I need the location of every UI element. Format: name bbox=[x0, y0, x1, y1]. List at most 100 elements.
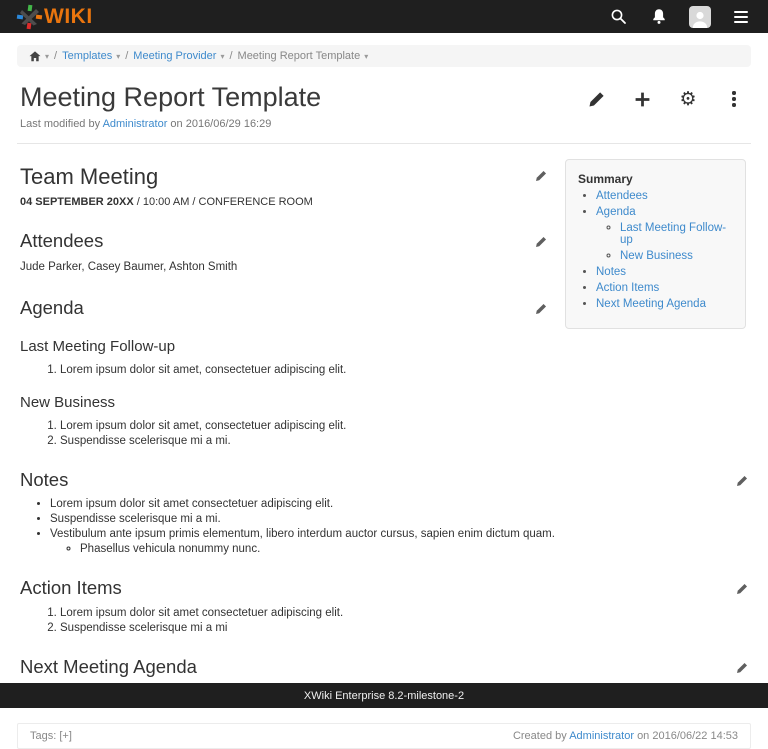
list-item: Lorem ipsum dolor sit amet consectetuer … bbox=[60, 607, 748, 619]
list-item: Notes bbox=[596, 266, 737, 278]
list-item: Agenda Last Meeting Follow-up New Busine… bbox=[596, 206, 737, 262]
list-item: Vestibulum ante ipsum primis elementum, … bbox=[50, 528, 748, 555]
list-item: Suspendisse scelerisque mi a mi bbox=[60, 622, 748, 634]
chevron-down-icon[interactable]: ▾ bbox=[364, 52, 368, 61]
last-modified-line: Last modified by Administrator on 2016/0… bbox=[20, 118, 748, 130]
created-suffix: on 2016/06/22 14:53 bbox=[637, 730, 738, 742]
breadcrumb-item-current: Meeting Report Template bbox=[238, 50, 361, 62]
settings-gear-icon: ⚙ bbox=[679, 90, 696, 109]
breadcrumb: ▾ / Templates ▾ / Meeting Provider ▾ / M… bbox=[17, 45, 751, 67]
section-heading-last-meeting-follow-up: Last Meeting Follow-up bbox=[20, 338, 547, 356]
toc-link-next-meeting-agenda[interactable]: Next Meeting Agenda bbox=[596, 298, 706, 310]
user-profile-button[interactable] bbox=[687, 4, 713, 30]
edit-pencil-icon bbox=[736, 475, 748, 487]
document-footer: Tags: [+] Created by Administrator on 20… bbox=[17, 723, 751, 749]
xwiki-logo-text: WIKI bbox=[44, 6, 93, 27]
chevron-down-icon[interactable]: ▾ bbox=[220, 52, 224, 61]
page-title: Meeting Report Template bbox=[20, 83, 321, 113]
document-actions: ⚙ bbox=[586, 83, 748, 109]
list-item: Lorem ipsum dolor sit amet consectetuer … bbox=[50, 498, 748, 510]
edit-pencil-icon bbox=[736, 583, 748, 595]
section-edit-button[interactable] bbox=[535, 230, 547, 248]
section-heading-next-meeting-agenda: Next Meeting Agenda bbox=[20, 656, 197, 678]
section-edit-button[interactable] bbox=[535, 164, 547, 182]
section-heading-new-business: New Business bbox=[20, 394, 547, 412]
edit-pencil-icon bbox=[736, 662, 748, 674]
meeting-date-line: 04 SEPTEMBER 20XX / 10:00 AM / CONFERENC… bbox=[20, 196, 547, 208]
home-icon bbox=[29, 51, 41, 62]
search-button[interactable] bbox=[605, 4, 631, 30]
meeting-date: 04 SEPTEMBER 20XX bbox=[20, 196, 134, 208]
edit-pencil-icon bbox=[535, 170, 547, 182]
toc-link-attendees[interactable]: Attendees bbox=[596, 190, 648, 202]
created-line: Created by Administrator on 2016/06/22 1… bbox=[513, 730, 738, 742]
xwiki-logo-x-icon bbox=[16, 4, 43, 30]
user-avatar bbox=[689, 6, 711, 28]
meeting-time-location: / 10:00 AM / CONFERENCE ROOM bbox=[134, 196, 313, 208]
list-item: New Business bbox=[620, 250, 737, 262]
toc-link-last-meeting-follow-up[interactable]: Last Meeting Follow-up bbox=[620, 222, 726, 246]
section-edit-button[interactable] bbox=[736, 577, 748, 595]
attendees-names: Jude Parker, Casey Baumer, Ashton Smith bbox=[20, 259, 547, 275]
breadcrumb-separator: / bbox=[125, 50, 128, 62]
section-edit-button[interactable] bbox=[736, 469, 748, 487]
section-heading-team-meeting: Team Meeting bbox=[20, 164, 158, 190]
tags-area: Tags: [+] bbox=[30, 730, 72, 742]
list-item: Phasellus vehicula nonummy nunc. bbox=[80, 543, 748, 555]
page-header: Meeting Report Template ⚙ Last modified … bbox=[0, 67, 768, 130]
created-prefix: Created by bbox=[513, 730, 567, 742]
list-item: Attendees bbox=[596, 190, 737, 202]
notifications-bell-icon bbox=[651, 8, 667, 25]
notifications-button[interactable] bbox=[646, 4, 672, 30]
section-heading-agenda: Agenda bbox=[20, 297, 84, 319]
chevron-down-icon[interactable]: ▾ bbox=[45, 52, 49, 61]
summary-title: Summary bbox=[578, 172, 737, 186]
hamburger-menu-icon bbox=[734, 11, 748, 23]
list-item: Action Items bbox=[596, 282, 737, 294]
toc-link-action-items[interactable]: Action Items bbox=[596, 282, 659, 294]
list-item: Lorem ipsum dolor sit amet, consectetuer… bbox=[60, 420, 547, 432]
edit-button[interactable] bbox=[586, 89, 606, 109]
settings-button[interactable]: ⚙ bbox=[678, 89, 698, 109]
section-edit-button[interactable] bbox=[535, 297, 547, 315]
create-button[interactable] bbox=[632, 89, 652, 109]
section-heading-action-items: Action Items bbox=[20, 577, 122, 599]
document-content: Summary Attendees Agenda Last Meeting Fo… bbox=[0, 144, 768, 702]
edit-pencil-icon bbox=[535, 303, 547, 315]
list-item: Next Meeting Agenda bbox=[596, 298, 737, 310]
toc-link-agenda[interactable]: Agenda bbox=[596, 206, 636, 218]
section-heading-attendees: Attendees bbox=[20, 230, 103, 252]
modified-by-link[interactable]: Administrator bbox=[103, 118, 168, 130]
more-actions-button[interactable] bbox=[724, 89, 744, 109]
breadcrumb-separator: / bbox=[54, 50, 57, 62]
created-by-link[interactable]: Administrator bbox=[569, 730, 634, 742]
add-tag-button[interactable]: [+] bbox=[59, 730, 72, 742]
xwiki-version-text: XWiki Enterprise 8.2-milestone-2 bbox=[304, 690, 464, 702]
add-plus-icon bbox=[634, 91, 651, 108]
summary-toc-panel: Summary Attendees Agenda Last Meeting Fo… bbox=[565, 159, 746, 329]
edit-pencil-icon bbox=[588, 91, 605, 108]
drawer-menu-button[interactable] bbox=[728, 4, 754, 30]
top-navigation-bar: WIKI bbox=[0, 0, 768, 33]
breadcrumb-item-templates[interactable]: Templates bbox=[62, 50, 112, 62]
list-item: Suspendisse scelerisque mi a mi. bbox=[60, 435, 547, 447]
section-heading-notes: Notes bbox=[20, 469, 68, 491]
list-item: Last Meeting Follow-up bbox=[620, 222, 737, 246]
breadcrumb-item-meeting-provider[interactable]: Meeting Provider bbox=[133, 50, 216, 62]
breadcrumb-separator: / bbox=[229, 50, 232, 62]
list-item: Suspendisse scelerisque mi a mi. bbox=[50, 513, 748, 525]
more-kebab-icon bbox=[732, 91, 735, 106]
edit-pencil-icon bbox=[535, 236, 547, 248]
breadcrumb-home[interactable]: ▾ bbox=[29, 51, 49, 62]
modified-suffix: on 2016/06/29 16:29 bbox=[170, 118, 271, 130]
toc-link-notes[interactable]: Notes bbox=[596, 266, 626, 278]
tags-label: Tags: bbox=[30, 730, 56, 742]
list-item: Lorem ipsum dolor sit amet, consectetuer… bbox=[60, 364, 547, 376]
xwiki-logo[interactable]: WIKI bbox=[16, 4, 93, 30]
modified-prefix: Last modified by bbox=[20, 118, 100, 130]
chevron-down-icon[interactable]: ▾ bbox=[116, 52, 120, 61]
section-edit-button[interactable] bbox=[736, 656, 748, 674]
toc-link-new-business[interactable]: New Business bbox=[620, 250, 693, 262]
version-footer-bar: XWiki Enterprise 8.2-milestone-2 bbox=[0, 683, 768, 708]
search-icon bbox=[610, 8, 627, 25]
